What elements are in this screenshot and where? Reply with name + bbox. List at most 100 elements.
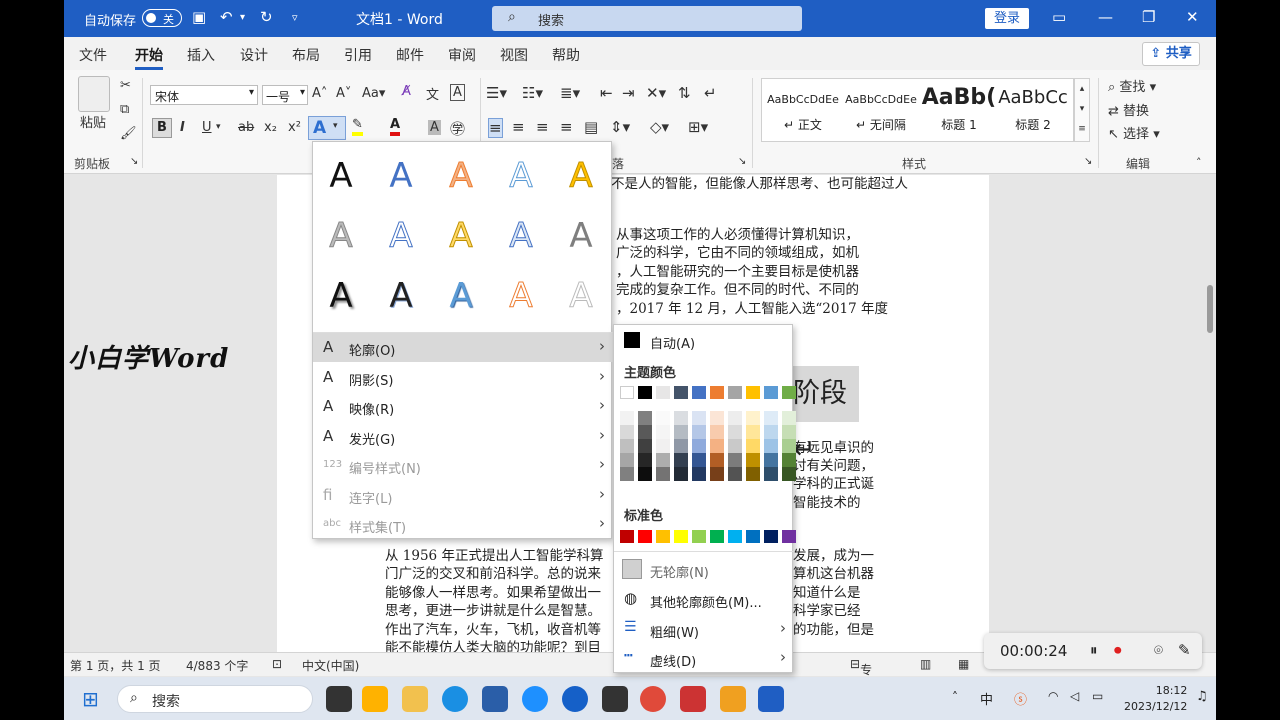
theme-color-shade-swatch[interactable] xyxy=(746,453,760,467)
format-painter-icon[interactable]: 🖌 xyxy=(120,126,137,141)
text-effect-preset-5[interactable]: A xyxy=(561,156,601,197)
tab-references[interactable]: 引用 xyxy=(344,45,372,65)
app-4-icon[interactable] xyxy=(680,686,706,712)
font-name-select[interactable]: 宋体 ▾ xyxy=(150,85,258,105)
theme-color-shade-swatch[interactable] xyxy=(674,425,688,439)
tab-home[interactable]: 开始 xyxy=(135,45,163,70)
standard-color-swatch[interactable] xyxy=(728,530,742,543)
align-left-button[interactable]: ≡ xyxy=(488,118,503,138)
increase-indent-icon[interactable]: ⇥ xyxy=(622,84,635,102)
read-mode-icon[interactable]: ▥ xyxy=(920,657,931,671)
theme-color-shade-swatch[interactable] xyxy=(728,467,742,481)
text-effect-preset-9[interactable]: A xyxy=(501,216,541,257)
theme-color-shade-swatch[interactable] xyxy=(746,411,760,425)
tab-design[interactable]: 设计 xyxy=(240,45,268,65)
theme-color-shade-swatch[interactable] xyxy=(620,453,634,467)
wifi-icon[interactable]: ◠ xyxy=(1048,689,1058,703)
line-spacing-icon[interactable]: ⇕▾ xyxy=(610,118,630,136)
windows-start-icon[interactable]: ⊞ xyxy=(82,687,99,711)
theme-color-shade-swatch[interactable] xyxy=(638,467,652,481)
theme-color-shade-swatch[interactable] xyxy=(692,467,706,481)
theme-color-shade-swatch[interactable] xyxy=(710,439,724,453)
pause-icon[interactable]: ⏸ xyxy=(1090,641,1098,659)
theme-color-swatch[interactable] xyxy=(674,386,688,399)
theme-color-shade-swatch[interactable] xyxy=(782,439,796,453)
ime-indicator[interactable]: 中 xyxy=(980,689,993,708)
subscript-button[interactable]: x₂ xyxy=(264,120,277,135)
enclose-characters-icon[interactable]: ㊫ xyxy=(450,118,465,139)
clock[interactable]: 18:12 2023/12/12 xyxy=(1124,683,1187,715)
theme-color-shade-swatch[interactable] xyxy=(638,425,652,439)
bold-button[interactable]: B xyxy=(152,118,172,138)
theme-color-swatch[interactable] xyxy=(656,386,670,399)
replace-button[interactable]: ⇄ 替换 xyxy=(1108,100,1149,119)
paste-label[interactable]: 粘贴 xyxy=(80,112,106,131)
task-view-icon[interactable] xyxy=(326,686,352,712)
theme-color-shade-swatch[interactable] xyxy=(620,411,634,425)
menu-item-shadow[interactable]: A 阴影(S) › xyxy=(313,363,613,392)
text-effect-preset-7[interactable]: A xyxy=(381,216,421,257)
customize-toolbar-icon[interactable]: ▿ xyxy=(292,11,298,24)
shading-icon[interactable]: ◇▾ xyxy=(650,118,669,136)
ribbon-display-icon[interactable]: ▭ xyxy=(1052,8,1066,26)
theme-color-shade-swatch[interactable] xyxy=(638,453,652,467)
theme-color-swatch[interactable] xyxy=(782,386,796,399)
theme-color-shade-swatch[interactable] xyxy=(710,467,724,481)
align-center-button[interactable]: ≡ xyxy=(512,118,525,136)
clipboard-launcher-icon[interactable]: ↘ xyxy=(130,156,138,167)
theme-color-shade-swatch[interactable] xyxy=(674,439,688,453)
theme-color-shade-swatch[interactable] xyxy=(764,425,778,439)
app-3-icon[interactable] xyxy=(602,686,628,712)
edge-icon[interactable] xyxy=(442,686,468,712)
word-count[interactable]: 4/883 个字 xyxy=(186,657,248,674)
battery-icon[interactable]: ▭ xyxy=(1092,689,1103,703)
underline-dropdown-icon[interactable]: ▾ xyxy=(216,122,221,132)
style-normal[interactable]: AaBbCcDdEe ↵ 正文 xyxy=(764,83,842,139)
file-explorer-icon[interactable] xyxy=(402,686,428,712)
theme-color-swatch[interactable] xyxy=(746,386,760,399)
outline-dashes-option[interactable]: ┅ 虚线(D) › xyxy=(614,645,794,673)
theme-color-shade-swatch[interactable] xyxy=(746,425,760,439)
login-button[interactable]: 登录 xyxy=(985,8,1029,29)
text-effect-preset-2[interactable]: A xyxy=(381,156,421,196)
app-2-icon[interactable] xyxy=(562,686,588,712)
theme-color-shade-swatch[interactable] xyxy=(782,425,796,439)
grow-font-icon[interactable]: A˄ xyxy=(312,86,327,101)
undo-icon[interactable]: ↶ xyxy=(220,8,233,26)
app-5-icon[interactable] xyxy=(720,686,746,712)
theme-color-shade-swatch[interactable] xyxy=(620,467,634,481)
tab-view[interactable]: 视图 xyxy=(500,45,528,65)
standard-color-swatch[interactable] xyxy=(638,530,652,543)
theme-color-shade-swatch[interactable] xyxy=(656,453,670,467)
numbering-icon[interactable]: ☷▾ xyxy=(522,84,543,102)
tab-mailings[interactable]: 邮件 xyxy=(396,45,424,65)
show-marks-icon[interactable]: ↵ xyxy=(704,84,717,102)
theme-color-swatch[interactable] xyxy=(710,386,724,399)
standard-color-swatch[interactable] xyxy=(746,530,760,543)
store-icon[interactable] xyxy=(482,686,508,712)
standard-color-swatch[interactable] xyxy=(710,530,724,543)
theme-color-shade-swatch[interactable] xyxy=(674,453,688,467)
distributed-button[interactable]: ▤ xyxy=(584,118,598,136)
chrome-icon[interactable] xyxy=(640,686,666,712)
notification-icon[interactable]: ♫ xyxy=(1196,689,1208,704)
theme-color-shade-swatch[interactable] xyxy=(710,425,724,439)
align-right-button[interactable]: ≡ xyxy=(536,118,549,136)
standard-color-swatch[interactable] xyxy=(764,530,778,543)
bullets-icon[interactable]: ☰▾ xyxy=(486,84,507,102)
theme-color-shade-swatch[interactable] xyxy=(764,467,778,481)
outline-weight-option[interactable]: ☰ 粗细(W) › xyxy=(614,616,794,644)
theme-color-shade-swatch[interactable] xyxy=(656,467,670,481)
theme-color-swatch[interactable] xyxy=(692,386,706,399)
maximize-icon[interactable]: ❐ xyxy=(1142,8,1155,26)
style-heading-2[interactable]: AaBbCc 标题 2 xyxy=(994,83,1072,139)
text-effect-preset-11[interactable]: A xyxy=(321,276,361,316)
theme-color-shade-swatch[interactable] xyxy=(728,453,742,467)
shrink-font-icon[interactable]: A˅ xyxy=(336,86,351,101)
close-icon[interactable]: ✕ xyxy=(1186,8,1199,26)
theme-color-shade-swatch[interactable] xyxy=(710,453,724,467)
text-effect-preset-1[interactable]: A xyxy=(321,156,361,196)
undo-dropdown-icon[interactable]: ▾ xyxy=(240,12,245,23)
sort-icon[interactable]: ⇅ xyxy=(678,84,691,102)
tab-review[interactable]: 审阅 xyxy=(448,45,476,65)
